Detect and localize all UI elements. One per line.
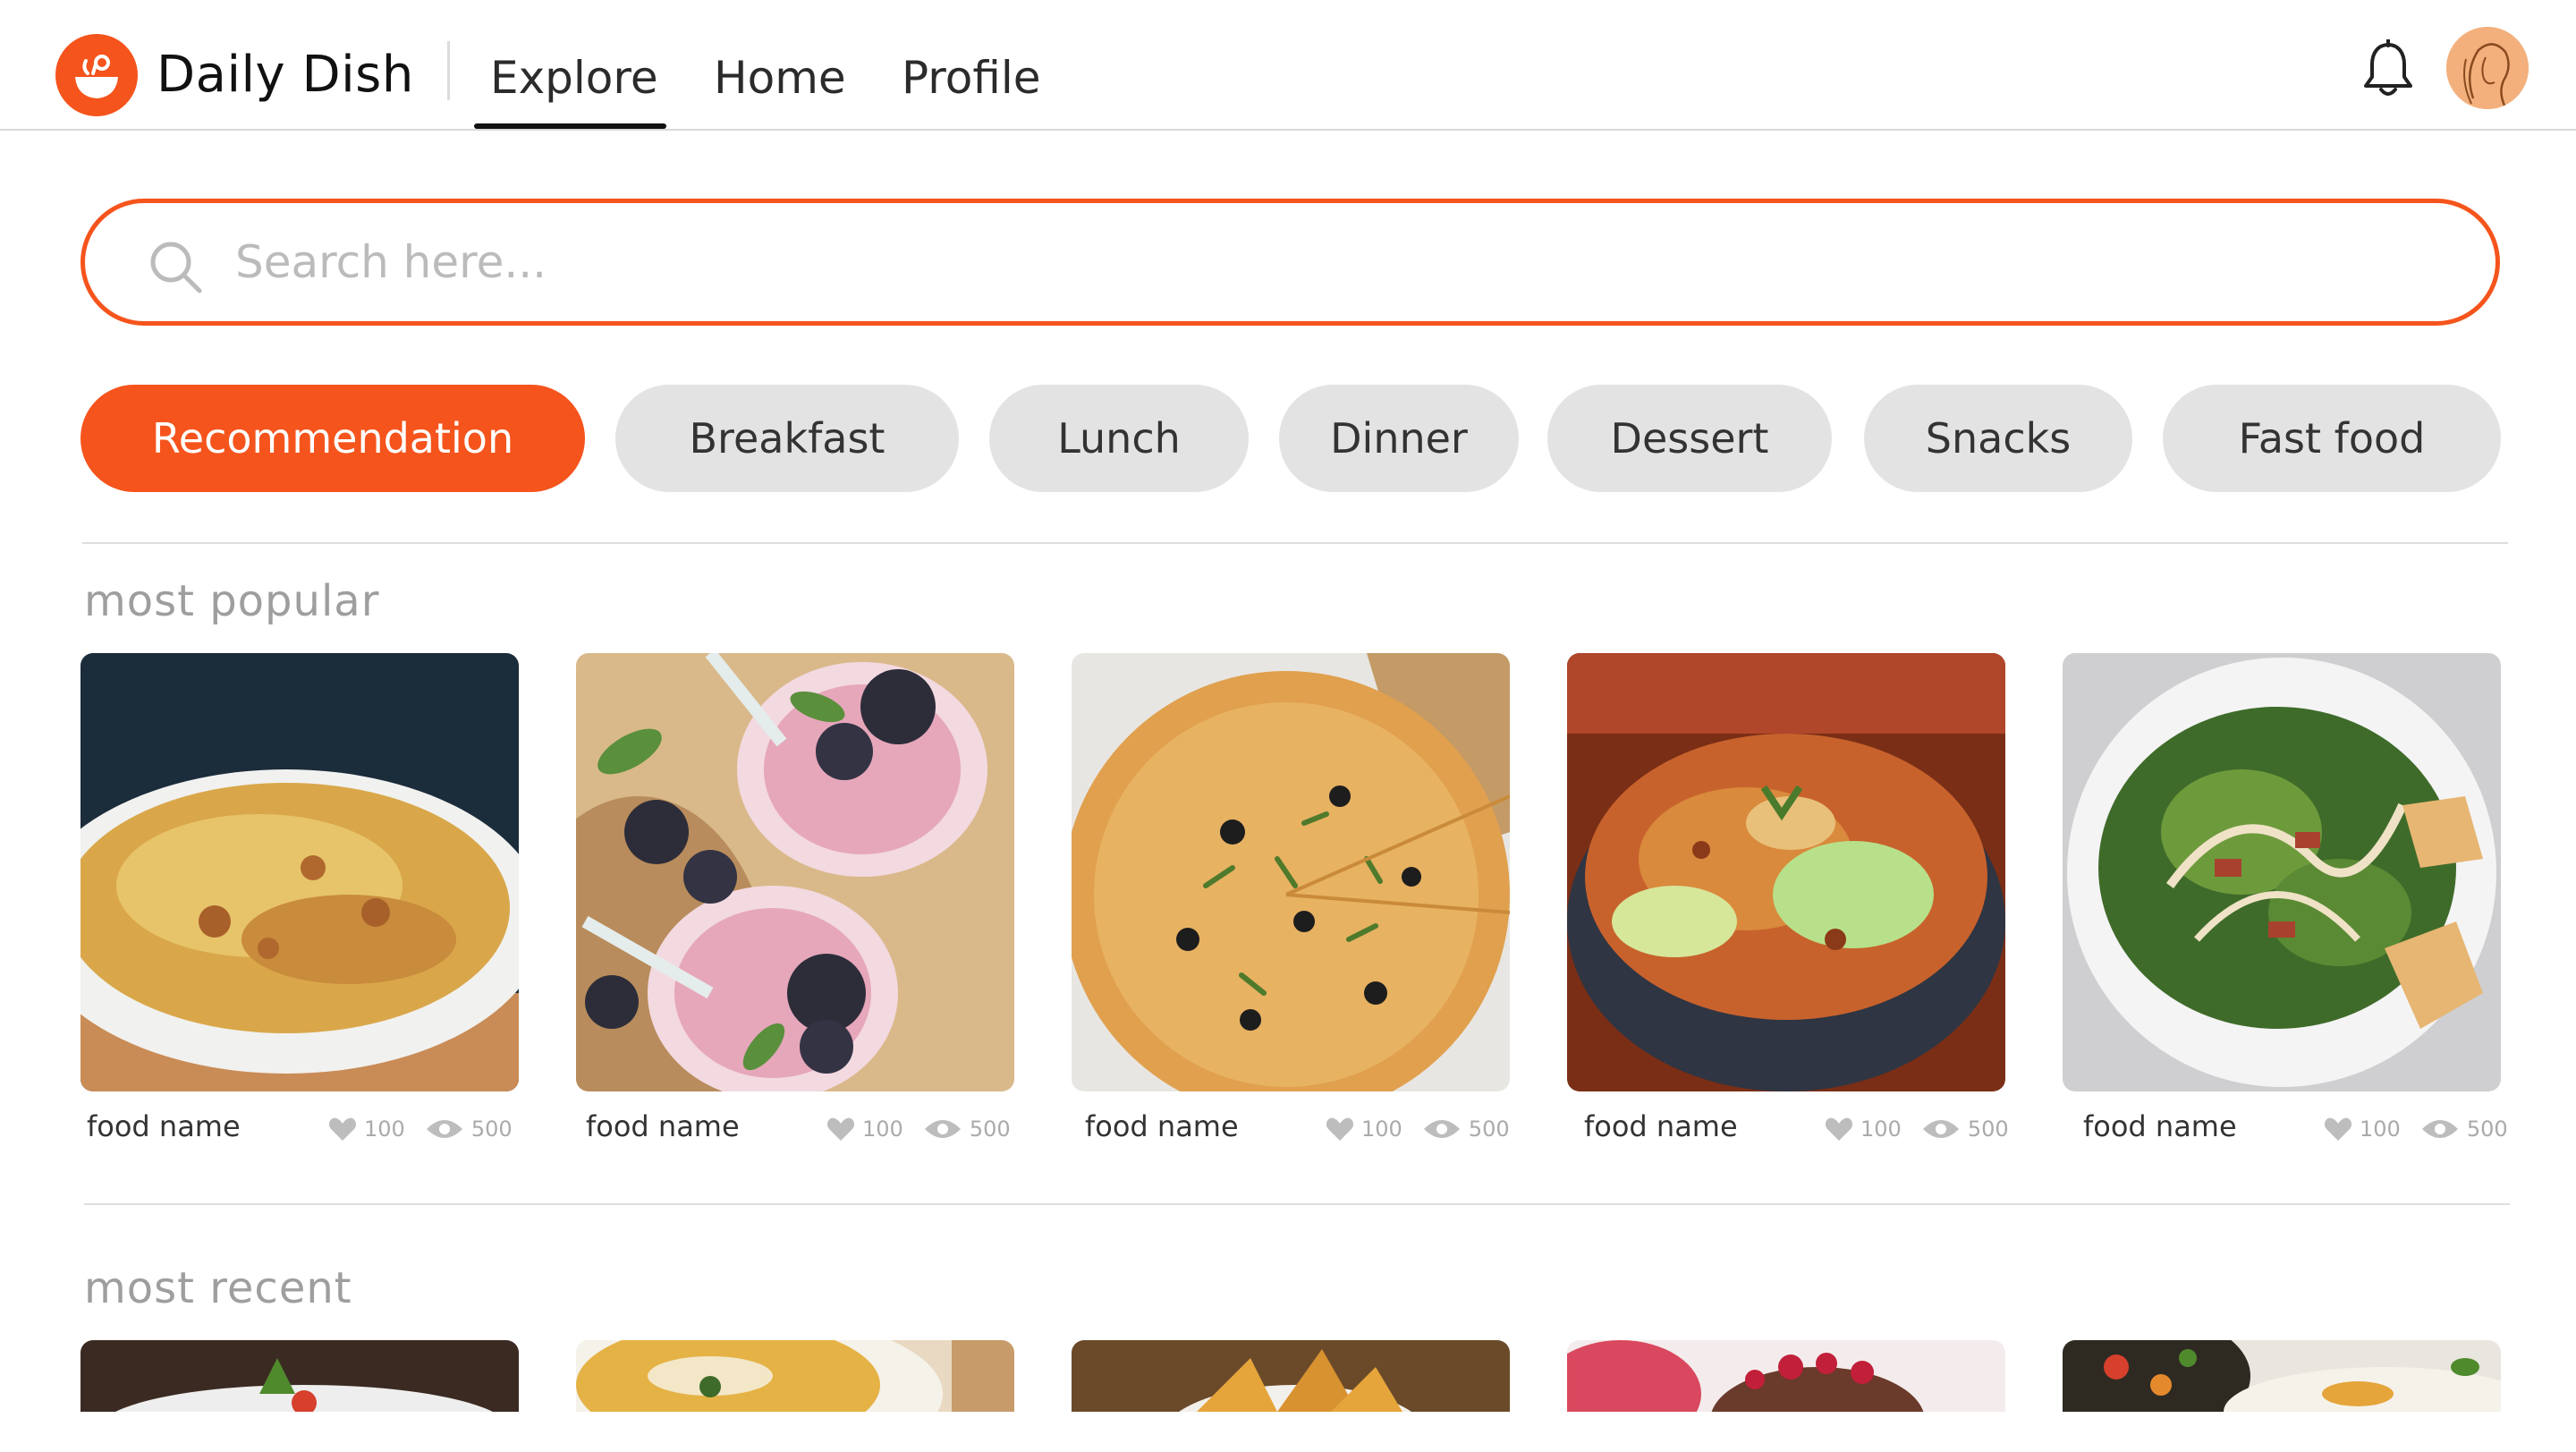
user-avatar[interactable] xyxy=(2446,27,2529,109)
eye-icon xyxy=(1423,1120,1460,1138)
category-snacks[interactable]: Snacks xyxy=(1864,385,2132,492)
heart-icon[interactable] xyxy=(1825,1117,1853,1142)
food-image-potato-wedges[interactable] xyxy=(1072,1340,1510,1412)
like-count: 100 xyxy=(1860,1117,1902,1142)
food-name[interactable]: food name xyxy=(87,1109,241,1143)
category-fast-food[interactable]: Fast food xyxy=(2163,385,2501,492)
view-count: 500 xyxy=(2466,1117,2508,1142)
section-divider xyxy=(82,542,2508,544)
food-name[interactable]: food name xyxy=(1584,1109,1738,1143)
section-title-popular: most popular xyxy=(84,576,380,626)
food-name[interactable]: food name xyxy=(2083,1109,2237,1143)
top-navigation-bar: Daily Dish Explore Home Profile xyxy=(0,0,2576,131)
food-image-berry-smoothie[interactable] xyxy=(576,653,1014,1091)
heart-icon[interactable] xyxy=(328,1117,357,1142)
nav-explore[interactable]: Explore xyxy=(490,47,658,109)
view-count: 500 xyxy=(470,1117,513,1142)
food-image-pizza[interactable] xyxy=(1072,653,1510,1091)
bell-icon[interactable] xyxy=(2361,38,2415,98)
food-stats: 100 500 xyxy=(826,1117,1011,1142)
category-breakfast[interactable]: Breakfast xyxy=(615,385,959,492)
food-stats: 100 500 xyxy=(1326,1117,1510,1142)
eye-icon xyxy=(924,1120,961,1138)
view-count: 500 xyxy=(969,1117,1011,1142)
section-divider xyxy=(84,1203,2510,1205)
nav-profile[interactable]: Profile xyxy=(902,47,1040,109)
section-title-recent: most recent xyxy=(84,1263,352,1313)
eye-icon xyxy=(2421,1120,2458,1138)
category-dinner[interactable]: Dinner xyxy=(1279,385,1519,492)
food-image-caesar-salad[interactable] xyxy=(2063,653,2501,1091)
food-image-salad-dish[interactable] xyxy=(80,1340,519,1412)
food-stats: 100 500 xyxy=(1825,1117,2009,1142)
food-stats: 100 500 xyxy=(2324,1117,2508,1142)
logo-icon[interactable] xyxy=(55,34,138,116)
food-name[interactable]: food name xyxy=(586,1109,740,1143)
category-recommendation[interactable]: Recommendation xyxy=(80,385,585,492)
brand-name: Daily Dish xyxy=(157,46,414,104)
search-bar[interactable] xyxy=(80,199,2500,326)
active-nav-indicator xyxy=(474,123,666,129)
heart-icon[interactable] xyxy=(2324,1117,2352,1142)
food-name[interactable]: food name xyxy=(1085,1109,1239,1143)
eye-icon xyxy=(1922,1120,1959,1138)
view-count: 500 xyxy=(1468,1117,1510,1142)
view-count: 500 xyxy=(1967,1117,2009,1142)
heart-icon[interactable] xyxy=(1326,1117,1354,1142)
category-dessert[interactable]: Dessert xyxy=(1547,385,1832,492)
eye-icon xyxy=(426,1120,462,1138)
food-image-baked-pasta[interactable] xyxy=(80,653,519,1091)
search-icon xyxy=(148,239,205,296)
food-image-soup-bowl[interactable] xyxy=(576,1340,1014,1412)
like-count: 100 xyxy=(862,1117,903,1142)
search-input[interactable] xyxy=(235,230,2382,294)
food-stats: 100 500 xyxy=(328,1117,513,1142)
like-count: 100 xyxy=(1361,1117,1402,1142)
category-lunch[interactable]: Lunch xyxy=(989,385,1249,492)
like-count: 100 xyxy=(364,1117,405,1142)
like-count: 100 xyxy=(2360,1117,2401,1142)
food-image-berry-dessert[interactable] xyxy=(1567,1340,2005,1412)
header-divider xyxy=(447,41,450,100)
heart-icon[interactable] xyxy=(826,1117,855,1142)
food-image-stir-fry-bowl[interactable] xyxy=(1567,653,2005,1091)
food-image-vegetable-platter[interactable] xyxy=(2063,1340,2501,1412)
nav-home[interactable]: Home xyxy=(714,47,846,109)
